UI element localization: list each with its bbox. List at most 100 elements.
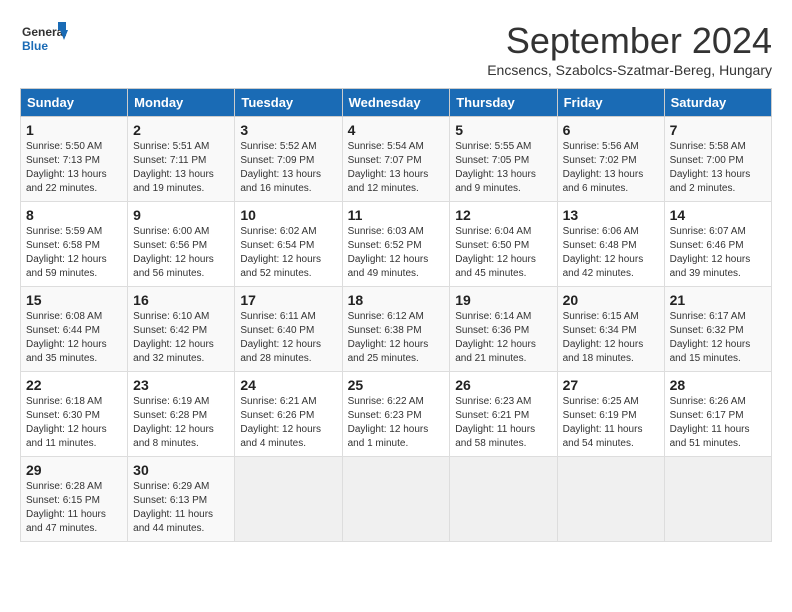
day-cell: 11 Sunrise: 6:03 AM Sunset: 6:52 PM Dayli…: [342, 202, 450, 287]
day-cell: 21 Sunrise: 6:17 AM Sunset: 6:32 PM Dayli…: [664, 287, 771, 372]
day-number: 10: [240, 207, 336, 223]
col-header-wednesday: Wednesday: [342, 89, 450, 117]
day-info: Sunrise: 6:08 AM Sunset: 6:44 PM Dayligh…: [26, 310, 122, 366]
day-cell: 1 Sunrise: 5:50 AM Sunset: 7:13 PM Daylig…: [21, 117, 128, 202]
day-cell: 6 Sunrise: 5:56 AM Sunset: 7:02 PM Daylig…: [557, 117, 664, 202]
day-number: 30: [133, 462, 229, 478]
day-number: 7: [670, 122, 766, 138]
day-info: Sunrise: 5:54 AM Sunset: 7:07 PM Dayligh…: [348, 140, 445, 196]
day-info: Sunrise: 6:03 AM Sunset: 6:52 PM Dayligh…: [348, 225, 445, 281]
day-number: 21: [670, 292, 766, 308]
day-number: 23: [133, 377, 229, 393]
col-header-monday: Monday: [128, 89, 235, 117]
day-cell: [235, 457, 342, 542]
day-info: Sunrise: 6:19 AM Sunset: 6:28 PM Dayligh…: [133, 395, 229, 451]
day-number: 28: [670, 377, 766, 393]
day-number: 22: [26, 377, 122, 393]
day-info: Sunrise: 6:14 AM Sunset: 6:36 PM Dayligh…: [455, 310, 551, 366]
day-cell: 28 Sunrise: 6:26 AM Sunset: 6:17 PM Dayli…: [664, 372, 771, 457]
day-number: 6: [563, 122, 659, 138]
day-number: 15: [26, 292, 122, 308]
day-cell: 13 Sunrise: 6:06 AM Sunset: 6:48 PM Dayli…: [557, 202, 664, 287]
day-number: 24: [240, 377, 336, 393]
logo: General Blue: [20, 20, 70, 64]
day-info: Sunrise: 6:06 AM Sunset: 6:48 PM Dayligh…: [563, 225, 659, 281]
day-cell: [342, 457, 450, 542]
day-number: 5: [455, 122, 551, 138]
day-info: Sunrise: 6:00 AM Sunset: 6:56 PM Dayligh…: [133, 225, 229, 281]
day-cell: 4 Sunrise: 5:54 AM Sunset: 7:07 PM Daylig…: [342, 117, 450, 202]
day-number: 9: [133, 207, 229, 223]
day-cell: 19 Sunrise: 6:14 AM Sunset: 6:36 PM Dayli…: [450, 287, 557, 372]
day-info: Sunrise: 5:52 AM Sunset: 7:09 PM Dayligh…: [240, 140, 336, 196]
day-info: Sunrise: 5:58 AM Sunset: 7:00 PM Dayligh…: [670, 140, 766, 196]
day-cell: 17 Sunrise: 6:11 AM Sunset: 6:40 PM Dayli…: [235, 287, 342, 372]
day-number: 4: [348, 122, 445, 138]
day-number: 19: [455, 292, 551, 308]
day-number: 8: [26, 207, 122, 223]
header-row: SundayMondayTuesdayWednesdayThursdayFrid…: [21, 89, 772, 117]
day-info: Sunrise: 6:23 AM Sunset: 6:21 PM Dayligh…: [455, 395, 551, 451]
day-cell: 30 Sunrise: 6:29 AM Sunset: 6:13 PM Dayli…: [128, 457, 235, 542]
svg-text:Blue: Blue: [22, 39, 48, 53]
day-cell: 7 Sunrise: 5:58 AM Sunset: 7:00 PM Daylig…: [664, 117, 771, 202]
day-number: 29: [26, 462, 122, 478]
day-cell: 18 Sunrise: 6:12 AM Sunset: 6:38 PM Dayli…: [342, 287, 450, 372]
week-row-2: 15 Sunrise: 6:08 AM Sunset: 6:44 PM Dayli…: [21, 287, 772, 372]
day-cell: 2 Sunrise: 5:51 AM Sunset: 7:11 PM Daylig…: [128, 117, 235, 202]
day-number: 2: [133, 122, 229, 138]
day-cell: 9 Sunrise: 6:00 AM Sunset: 6:56 PM Daylig…: [128, 202, 235, 287]
day-info: Sunrise: 5:56 AM Sunset: 7:02 PM Dayligh…: [563, 140, 659, 196]
day-info: Sunrise: 5:55 AM Sunset: 7:05 PM Dayligh…: [455, 140, 551, 196]
day-cell: 24 Sunrise: 6:21 AM Sunset: 6:26 PM Dayli…: [235, 372, 342, 457]
day-cell: 22 Sunrise: 6:18 AM Sunset: 6:30 PM Dayli…: [21, 372, 128, 457]
month-title: September 2024: [487, 20, 772, 62]
day-number: 16: [133, 292, 229, 308]
day-cell: 15 Sunrise: 6:08 AM Sunset: 6:44 PM Dayli…: [21, 287, 128, 372]
day-info: Sunrise: 6:07 AM Sunset: 6:46 PM Dayligh…: [670, 225, 766, 281]
day-info: Sunrise: 6:17 AM Sunset: 6:32 PM Dayligh…: [670, 310, 766, 366]
day-number: 13: [563, 207, 659, 223]
day-cell: 10 Sunrise: 6:02 AM Sunset: 6:54 PM Dayli…: [235, 202, 342, 287]
title-area: September 2024 Encsencs, Szabolcs-Szatma…: [487, 20, 772, 78]
day-cell: 29 Sunrise: 6:28 AM Sunset: 6:15 PM Dayli…: [21, 457, 128, 542]
day-number: 27: [563, 377, 659, 393]
day-cell: 25 Sunrise: 6:22 AM Sunset: 6:23 PM Dayli…: [342, 372, 450, 457]
day-number: 1: [26, 122, 122, 138]
day-number: 26: [455, 377, 551, 393]
day-info: Sunrise: 6:18 AM Sunset: 6:30 PM Dayligh…: [26, 395, 122, 451]
day-cell: 20Sunrise: 6:15 AM Sunset: 6:34 PM Dayli…: [557, 287, 664, 372]
day-number: 20: [563, 292, 659, 308]
logo-svg: General Blue: [20, 20, 70, 64]
day-info: Sunrise: 6:26 AM Sunset: 6:17 PM Dayligh…: [670, 395, 766, 451]
day-info: Sunrise: 6:04 AM Sunset: 6:50 PM Dayligh…: [455, 225, 551, 281]
day-info: Sunrise: 6:12 AM Sunset: 6:38 PM Dayligh…: [348, 310, 445, 366]
day-number: 12: [455, 207, 551, 223]
calendar-table: SundayMondayTuesdayWednesdayThursdayFrid…: [20, 88, 772, 542]
week-row-0: 1 Sunrise: 5:50 AM Sunset: 7:13 PM Daylig…: [21, 117, 772, 202]
day-info: Sunrise: 5:51 AM Sunset: 7:11 PM Dayligh…: [133, 140, 229, 196]
col-header-friday: Friday: [557, 89, 664, 117]
day-info: Sunrise: 6:02 AM Sunset: 6:54 PM Dayligh…: [240, 225, 336, 281]
day-info: Sunrise: 5:50 AM Sunset: 7:13 PM Dayligh…: [26, 140, 122, 196]
day-number: 11: [348, 207, 445, 223]
day-info: Sunrise: 6:21 AM Sunset: 6:26 PM Dayligh…: [240, 395, 336, 451]
day-cell: 27Sunrise: 6:25 AM Sunset: 6:19 PM Dayli…: [557, 372, 664, 457]
day-info: Sunrise: 6:29 AM Sunset: 6:13 PM Dayligh…: [133, 480, 229, 536]
week-row-3: 22 Sunrise: 6:18 AM Sunset: 6:30 PM Dayli…: [21, 372, 772, 457]
day-info: Sunrise: 6:28 AM Sunset: 6:15 PM Dayligh…: [26, 480, 122, 536]
day-info: Sunrise: 6:11 AM Sunset: 6:40 PM Dayligh…: [240, 310, 336, 366]
day-cell: 8 Sunrise: 5:59 AM Sunset: 6:58 PM Daylig…: [21, 202, 128, 287]
day-number: 25: [348, 377, 445, 393]
location-subtitle: Encsencs, Szabolcs-Szatmar-Bereg, Hungar…: [487, 62, 772, 78]
day-number: 14: [670, 207, 766, 223]
col-header-thursday: Thursday: [450, 89, 557, 117]
day-cell: 12 Sunrise: 6:04 AM Sunset: 6:50 PM Dayli…: [450, 202, 557, 287]
day-number: 17: [240, 292, 336, 308]
col-header-sunday: Sunday: [21, 89, 128, 117]
week-row-4: 29 Sunrise: 6:28 AM Sunset: 6:15 PM Dayli…: [21, 457, 772, 542]
day-info: Sunrise: 6:22 AM Sunset: 6:23 PM Dayligh…: [348, 395, 445, 451]
col-header-saturday: Saturday: [664, 89, 771, 117]
day-number: 18: [348, 292, 445, 308]
day-info: Sunrise: 5:59 AM Sunset: 6:58 PM Dayligh…: [26, 225, 122, 281]
